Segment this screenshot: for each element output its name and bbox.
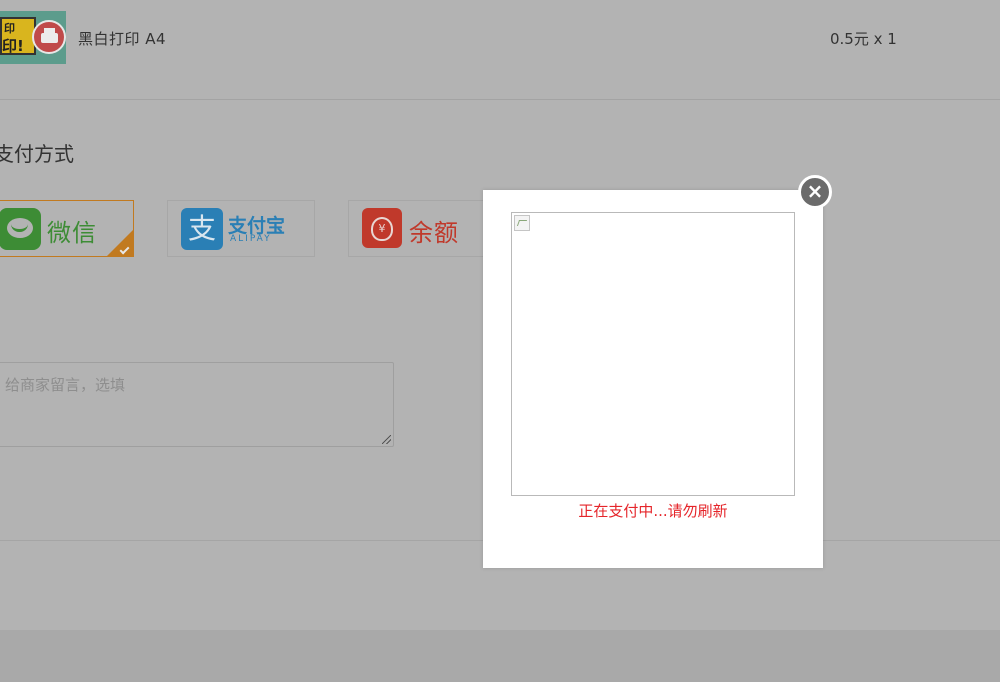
payment-method-title: 支付方式 (0, 142, 74, 166)
product-thumbnail: 印 印! (0, 11, 66, 64)
order-item-row: 印 印! 黑白打印 A4 0.5元 x 1 (0, 0, 1000, 100)
thumbnail-text-bottom: 印! (2, 37, 24, 55)
qr-code-image (511, 212, 795, 496)
payment-option-alipay[interactable]: 支 支付宝 ALIPAY (167, 200, 315, 257)
product-name: 黑白打印 A4 (78, 30, 167, 48)
alipay-icon: 支 (181, 208, 223, 250)
page-footer-bar (0, 630, 1000, 682)
thumbnail-sign: 印 印! (0, 17, 36, 55)
printer-icon (32, 20, 66, 54)
payment-status-text: 正在支付中...请勿刷新 (578, 502, 728, 520)
close-icon[interactable]: × (798, 175, 832, 209)
payment-option-label: 余额 (409, 219, 459, 247)
merchant-note-textarea[interactable]: 给商家留言，选填 (0, 362, 394, 447)
thumbnail-text-top: 印 (4, 22, 15, 35)
note-placeholder: 给商家留言，选填 (5, 376, 126, 394)
selected-corner-badge (106, 229, 134, 257)
money-bag-icon: ¥ (362, 208, 402, 248)
wechat-icon (0, 208, 41, 250)
broken-image-icon (514, 215, 530, 231)
payment-option-sublabel: ALIPAY (230, 234, 272, 244)
resize-handle-icon[interactable] (382, 435, 391, 444)
payment-option-label: 微信 (47, 219, 97, 247)
payment-qr-modal: 正在支付中...请勿刷新 (483, 190, 823, 568)
payment-option-balance[interactable]: ¥ 余额 (348, 200, 486, 257)
product-price: 0.5元 x 1 (830, 30, 897, 48)
payment-option-wechat[interactable]: 微信 (0, 200, 134, 257)
